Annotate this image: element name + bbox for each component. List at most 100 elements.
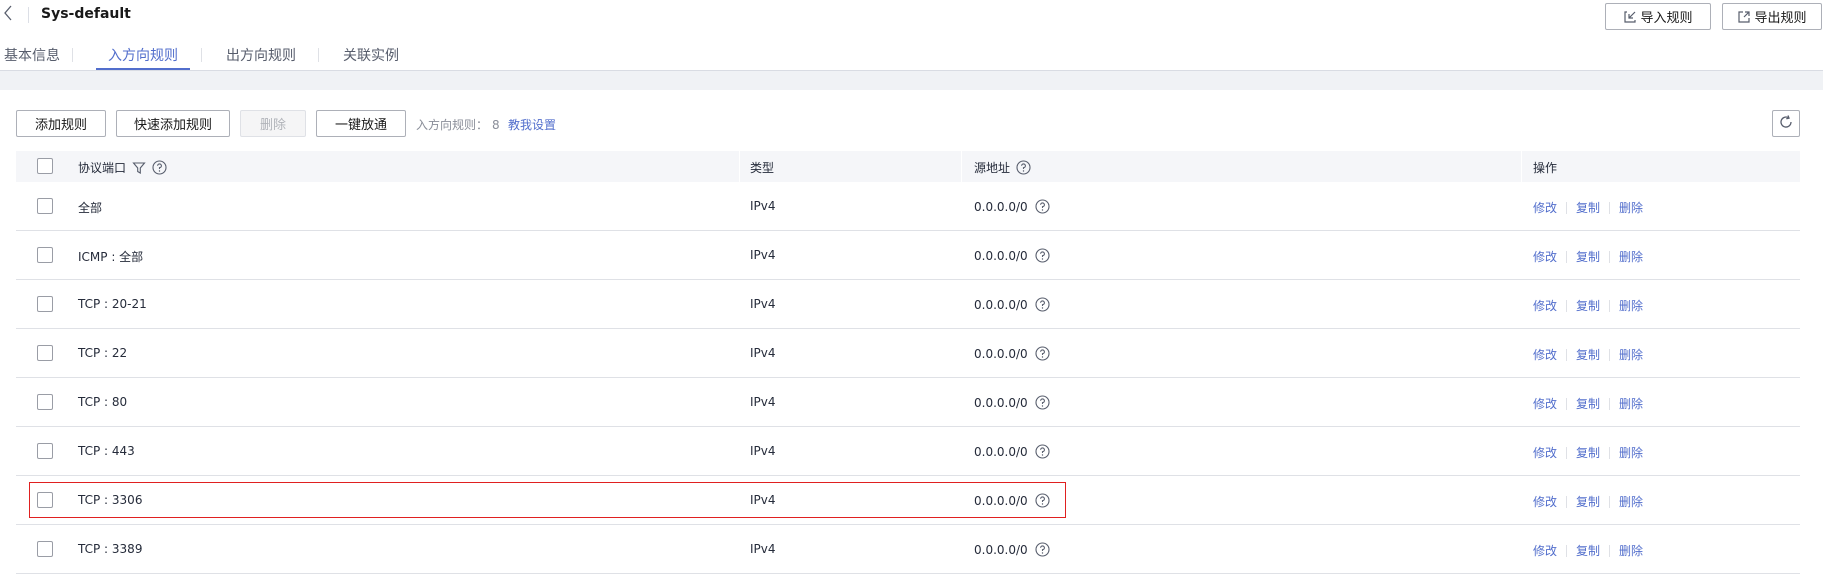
table-row: ICMP : 全部 IPv4 0.0.0.0/0 修改 复制 删除 [16,231,1800,280]
source-value: 0.0.0.0/0 [974,297,1028,312]
row-checkbox[interactable] [37,247,53,263]
row-checkbox[interactable] [37,198,53,214]
action-divider [1609,250,1611,263]
question-circle-icon[interactable] [1035,297,1050,312]
action-divider [1609,201,1611,214]
row-checkbox[interactable] [37,541,53,557]
source-value: 0.0.0.0/0 [974,542,1028,557]
delete-button[interactable]: 删除 [240,110,306,137]
source-value: 0.0.0.0/0 [974,493,1028,508]
row-checkbox[interactable] [37,492,53,508]
row-checkbox[interactable] [37,296,53,312]
table-row: TCP : 3389 IPv4 0.0.0.0/0 修改 复制 删除 [16,525,1800,574]
tab-divider [318,48,319,62]
question-circle-icon[interactable] [1035,542,1050,557]
question-circle-icon[interactable] [1035,199,1050,214]
row-checkbox[interactable] [37,394,53,410]
edit-link[interactable]: 修改 [1533,248,1557,265]
tab-basic-info[interactable]: 基本信息 [4,45,60,65]
action-divider [1566,446,1568,459]
row-checkbox[interactable] [37,345,53,361]
action-divider [1609,446,1611,459]
import-rules-button[interactable]: 导入规则 [1605,3,1711,30]
source-cell: 0.0.0.0/0 [974,542,1050,557]
port-cell: TCP : 80 [78,395,128,409]
edit-link[interactable]: 修改 [1533,444,1557,461]
section-divider [0,70,1823,90]
rule-count-label: 入方向规则： [416,118,489,132]
edit-link[interactable]: 修改 [1533,395,1557,412]
delete-link[interactable]: 删除 [1619,542,1643,559]
edit-link[interactable]: 修改 [1533,297,1557,314]
inbound-rules-table: 协议端口 类型 源地址 操作 全部 IPv4 0.0.0.0/0 修改 复制 删… [16,151,1800,574]
copy-link[interactable]: 复制 [1576,297,1600,314]
refresh-button[interactable] [1772,110,1800,137]
port-cell: TCP : 22 [78,346,128,360]
copy-link[interactable]: 复制 [1576,444,1600,461]
delete-link[interactable]: 删除 [1619,493,1643,510]
port-cell: ICMP : 全部 [78,250,144,264]
question-circle-icon[interactable] [1035,346,1050,361]
port-cell: TCP : 3306 [78,493,143,507]
column-header-actions: 操作 [1533,161,1558,175]
question-circle-icon[interactable] [152,160,167,175]
delete-link[interactable]: 删除 [1619,444,1643,461]
type-cell: IPv4 [750,493,776,507]
type-cell: IPv4 [750,248,776,262]
question-circle-icon[interactable] [1016,160,1031,175]
quick-add-rule-button[interactable]: 快速添加规则 [116,110,230,137]
source-cell: 0.0.0.0/0 [974,444,1050,459]
table-row: TCP : 80 IPv4 0.0.0.0/0 修改 复制 删除 [16,378,1800,427]
back-button[interactable] [2,4,16,24]
page-header: Sys-default 导入规则 导出规则 [0,0,1823,30]
copy-link[interactable]: 复制 [1576,346,1600,363]
source-value: 0.0.0.0/0 [974,248,1028,263]
source-value: 0.0.0.0/0 [974,199,1028,214]
column-divider [961,151,962,182]
copy-link[interactable]: 复制 [1576,493,1600,510]
delete-link[interactable]: 删除 [1619,248,1643,265]
filter-icon[interactable] [132,161,146,175]
refresh-icon [1778,114,1794,134]
tab-outbound-rules[interactable]: 出方向规则 [226,45,296,65]
delete-link[interactable]: 删除 [1619,395,1643,412]
table-row: TCP : 22 IPv4 0.0.0.0/0 修改 复制 删除 [16,329,1800,378]
copy-link[interactable]: 复制 [1576,542,1600,559]
action-divider [1566,250,1568,263]
action-divider [1609,495,1611,508]
source-cell: 0.0.0.0/0 [974,346,1050,361]
edit-link[interactable]: 修改 [1533,346,1557,363]
row-actions: 修改 复制 删除 [1533,542,1643,559]
type-cell: IPv4 [750,297,776,311]
delete-link[interactable]: 删除 [1619,199,1643,216]
export-rules-button[interactable]: 导出规则 [1722,3,1822,30]
delete-link[interactable]: 删除 [1619,297,1643,314]
edit-link[interactable]: 修改 [1533,493,1557,510]
type-cell: IPv4 [750,395,776,409]
add-rule-button[interactable]: 添加规则 [16,110,106,137]
tab-inbound-rules[interactable]: 入方向规则 [108,45,178,65]
edit-link[interactable]: 修改 [1533,199,1557,216]
select-all-checkbox[interactable] [37,158,53,174]
import-rules-label: 导入规则 [1640,11,1693,26]
question-circle-icon[interactable] [1035,493,1050,508]
action-divider [1566,299,1568,312]
allow-all-button[interactable]: 一键放通 [316,110,406,137]
source-cell: 0.0.0.0/0 [974,297,1050,312]
port-cell: TCP : 443 [78,444,135,458]
tab-associated-instances[interactable]: 关联实例 [343,45,399,65]
row-checkbox[interactable] [37,443,53,459]
source-value: 0.0.0.0/0 [974,395,1028,410]
question-circle-icon[interactable] [1035,248,1050,263]
delete-link[interactable]: 删除 [1619,346,1643,363]
type-cell: IPv4 [750,542,776,556]
copy-link[interactable]: 复制 [1576,395,1600,412]
question-circle-icon[interactable] [1035,395,1050,410]
copy-link[interactable]: 复制 [1576,199,1600,216]
tab-bar: 基本信息 入方向规则 出方向规则 关联实例 [0,42,1823,70]
copy-link[interactable]: 复制 [1576,248,1600,265]
table-header: 协议端口 类型 源地址 操作 [16,151,1800,182]
question-circle-icon[interactable] [1035,444,1050,459]
edit-link[interactable]: 修改 [1533,542,1557,559]
help-link[interactable]: 教我设置 [508,116,556,133]
